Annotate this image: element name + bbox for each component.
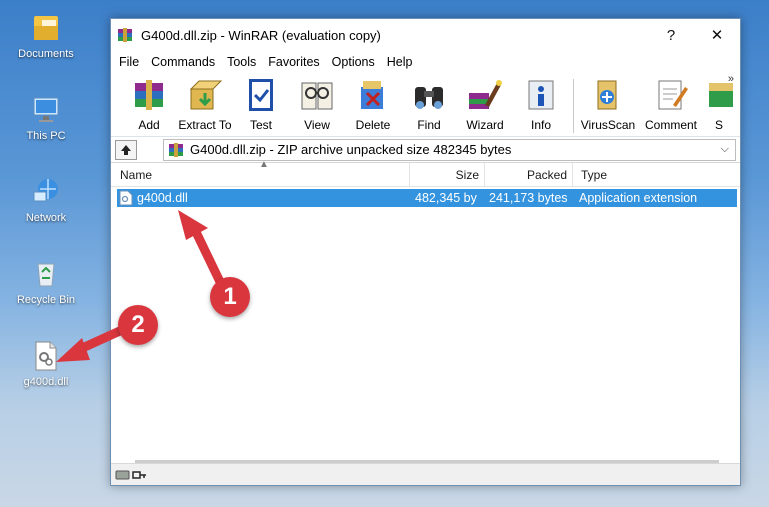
desktop-icon-network[interactable]: Network — [12, 176, 80, 224]
comment-icon — [658, 80, 688, 110]
virusscan-label: VirusScan — [580, 118, 636, 132]
info-button[interactable]: Info — [513, 75, 569, 132]
extract-icon — [189, 80, 223, 110]
address-field[interactable]: G400d.dll.zip - ZIP archive unpacked siz… — [163, 138, 736, 161]
status-bar — [111, 463, 740, 485]
desktop-label-g400d-dll: g400d.dll — [23, 376, 69, 388]
winrar-app-icon — [118, 28, 132, 42]
desktop-label-documents: Documents — [18, 48, 74, 60]
view-icon — [301, 82, 333, 110]
file-packed: 241,173 bytes — [489, 191, 568, 205]
sfx-label: S — [714, 118, 723, 132]
address-dropdown-chevron-icon[interactable]: ⌵ — [721, 143, 729, 156]
drive-key-icon — [115, 470, 146, 479]
column-packed[interactable]: Packed — [485, 163, 573, 187]
address-text: G400d.dll.zip - ZIP archive unpacked siz… — [190, 142, 512, 157]
desktop-label-recycle-bin: Recycle Bin — [16, 294, 76, 306]
wizard-icon — [469, 80, 502, 109]
delete-button[interactable]: Delete — [345, 75, 401, 132]
computer-icon — [33, 97, 59, 122]
desktop-icon-documents[interactable]: Documents — [12, 12, 80, 60]
find-icon — [415, 87, 443, 109]
menu-tools[interactable]: Tools — [221, 55, 262, 69]
find-button[interactable]: Find — [401, 75, 457, 132]
file-row-g400d-dll[interactable]: g400d.dll 482,345 by 241,173 bytes Appli… — [117, 189, 737, 207]
wizard-label: Wizard — [466, 118, 504, 132]
desktop-icon-g400d-dll[interactable]: g400d.dll — [12, 340, 80, 388]
menu-favorites[interactable]: Favorites — [262, 55, 325, 69]
menu-bar: File Commands Tools Favorites Options He… — [111, 51, 740, 73]
comment-label: Comment — [644, 118, 697, 132]
toolbar: Add Extract To Test View Delete Find Wiz… — [111, 73, 740, 137]
add-button[interactable]: Add — [121, 75, 177, 132]
column-size[interactable]: Size — [410, 163, 485, 187]
menu-file[interactable]: File — [113, 55, 145, 69]
virusscan-button[interactable]: VirusScan — [578, 75, 638, 132]
wizard-button[interactable]: Wizard — [457, 75, 513, 132]
extract-to-label: Extract To — [178, 118, 232, 132]
test-icon — [249, 79, 273, 111]
desktop-icon-recycle-bin[interactable]: Recycle Bin — [12, 258, 80, 306]
delete-icon — [361, 81, 383, 109]
archive-icon — [169, 142, 183, 157]
file-list-header: ▲ Name Size Packed Type — [111, 159, 740, 187]
help-button[interactable]: ? — [648, 19, 694, 51]
step-badge-2: 2 — [118, 305, 158, 345]
comment-button[interactable]: Comment — [638, 75, 704, 132]
toolbar-separator — [573, 79, 574, 133]
network-icon — [33, 179, 58, 202]
recycle-bin-icon — [37, 263, 55, 287]
info-label: Info — [530, 118, 551, 132]
test-button[interactable]: Test — [233, 75, 289, 132]
title-bar[interactable]: G400d.dll.zip - WinRAR (evaluation copy)… — [111, 19, 740, 51]
window-title: G400d.dll.zip - WinRAR (evaluation copy) — [141, 27, 381, 43]
winrar-window: G400d.dll.zip - WinRAR (evaluation copy)… — [110, 18, 741, 486]
menu-options[interactable]: Options — [326, 55, 381, 69]
info-icon — [528, 80, 554, 110]
file-type: Application extension — [579, 191, 698, 205]
up-folder-button[interactable] — [115, 139, 137, 160]
column-name[interactable]: Name — [111, 163, 410, 187]
virusscan-icon — [597, 80, 617, 110]
test-label: Test — [249, 118, 272, 132]
add-archive-icon — [135, 80, 163, 110]
up-arrow-icon — [121, 144, 131, 155]
desktop-label-network: Network — [25, 212, 67, 224]
close-button[interactable]: ✕ — [694, 19, 740, 51]
column-type[interactable]: Type — [573, 163, 736, 187]
menu-help[interactable]: Help — [381, 55, 419, 69]
file-size: 482,345 by — [415, 191, 477, 205]
view-button[interactable]: View — [289, 75, 345, 132]
add-label: Add — [138, 118, 160, 132]
extract-to-button[interactable]: Extract To — [177, 75, 233, 132]
desktop-label-this-pc: This PC — [26, 130, 66, 142]
dll-file-icon — [35, 341, 57, 371]
folder-icon — [34, 16, 58, 40]
view-label: View — [304, 118, 330, 132]
address-bar: G400d.dll.zip - ZIP archive unpacked siz… — [111, 137, 740, 163]
step-badge-1: 1 — [210, 277, 250, 317]
file-name: g400d.dll — [137, 191, 188, 205]
find-label: Find — [417, 118, 441, 132]
dll-file-icon — [119, 190, 133, 206]
toolbar-more-chevron-icon[interactable]: » — [728, 73, 734, 85]
delete-label: Delete — [355, 118, 391, 132]
file-list: g400d.dll 482,345 by 241,173 bytes Appli… — [111, 187, 740, 435]
menu-commands[interactable]: Commands — [145, 55, 221, 69]
desktop-icon-this-pc[interactable]: This PC — [12, 94, 80, 142]
